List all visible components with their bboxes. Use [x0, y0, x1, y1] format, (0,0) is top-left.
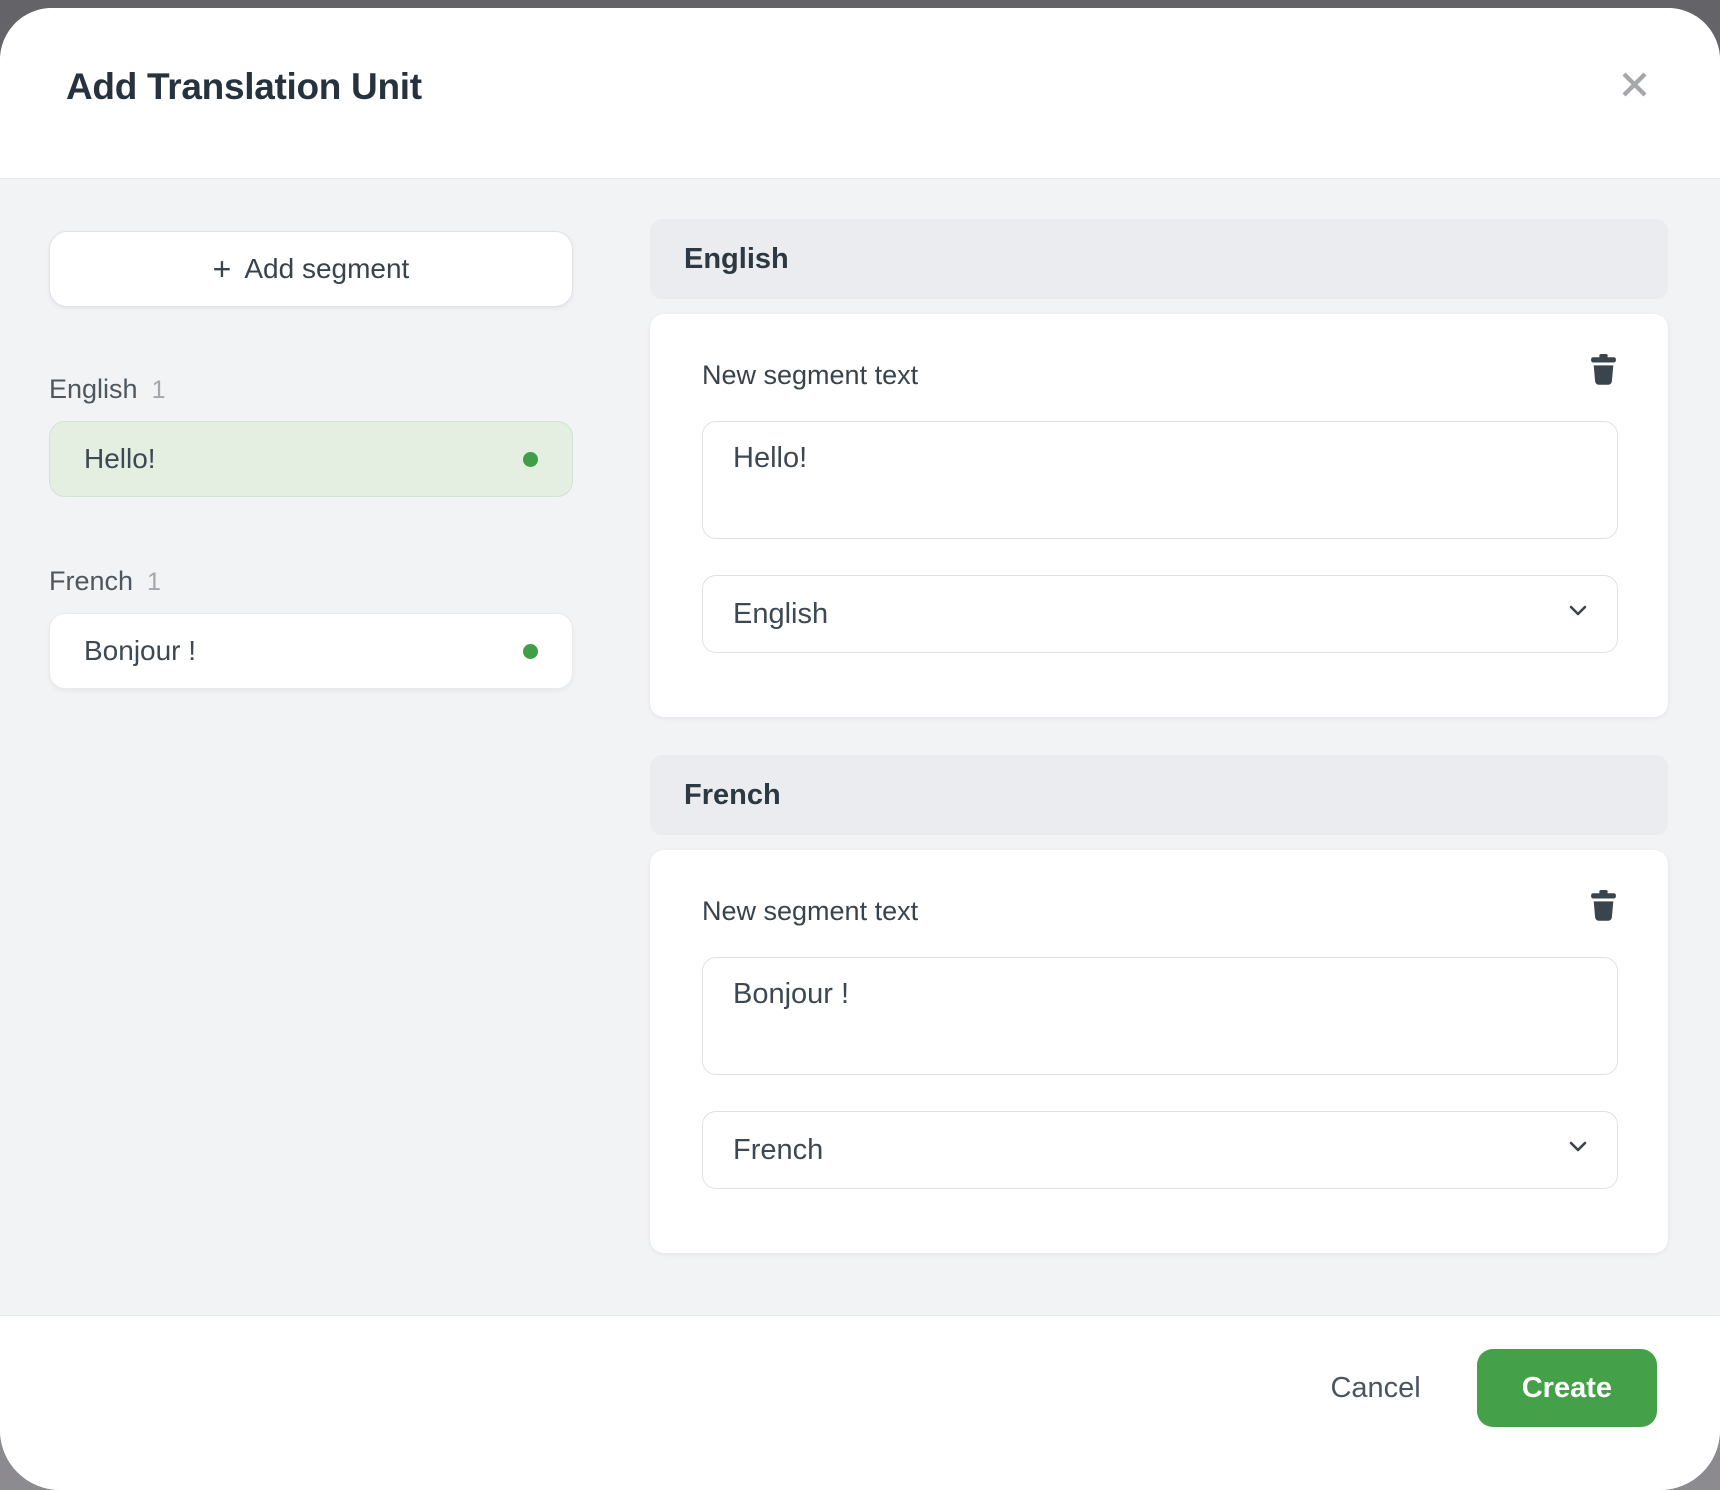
language-select[interactable]: English [702, 575, 1618, 653]
close-button[interactable] [1612, 64, 1656, 108]
segment-editor-panel: English New segment text [650, 179, 1668, 1315]
section-header-english: English [650, 219, 1668, 299]
status-dot-icon [523, 644, 538, 659]
status-dot-icon [523, 452, 538, 467]
language-select-value: French [733, 1134, 823, 1167]
segment-item-text: Bonjour ! [84, 635, 196, 667]
dialog-header: Add Translation Unit [0, 8, 1720, 178]
group-segment-count: 1 [152, 376, 166, 405]
dialog-title: Add Translation Unit [66, 66, 422, 108]
dialog-footer: Cancel Create [0, 1315, 1720, 1490]
language-select[interactable]: French [702, 1111, 1618, 1189]
editor-section-english: English New segment text [650, 219, 1668, 717]
create-button[interactable]: Create [1477, 1349, 1657, 1427]
close-icon [1619, 69, 1650, 103]
cancel-button[interactable]: Cancel [1330, 1349, 1420, 1427]
add-segment-label: Add segment [244, 253, 409, 285]
segment-editor-card: New segment text Bonjour ! [650, 850, 1668, 1253]
editor-section-french: French New segment text [650, 755, 1668, 1253]
section-heading: English [684, 243, 789, 276]
segment-item-english[interactable]: Hello! [49, 421, 573, 497]
group-language-name: French [49, 566, 133, 597]
chevron-down-icon [1565, 597, 1591, 631]
group-segment-count: 1 [147, 568, 161, 597]
section-header-french: French [650, 755, 1668, 835]
trash-icon [1589, 890, 1618, 924]
chevron-down-icon [1565, 1133, 1591, 1167]
delete-segment-button[interactable] [1578, 354, 1618, 394]
language-group-label-french: French 1 [49, 566, 573, 597]
section-heading: French [684, 779, 781, 812]
delete-segment-button[interactable] [1578, 890, 1618, 930]
segments-sidebar: + Add segment English 1 Hello! French 1 … [49, 179, 573, 1315]
segment-text-label: New segment text [702, 354, 918, 391]
segment-item-text: Hello! [84, 443, 156, 475]
segment-text-input[interactable]: Hello! [702, 421, 1618, 539]
group-language-name: English [49, 374, 138, 405]
trash-icon [1589, 354, 1618, 388]
plus-icon: + [213, 253, 232, 285]
language-group-label-english: English 1 [49, 374, 573, 405]
language-select-value: English [733, 598, 828, 631]
add-translation-unit-dialog: Add Translation Unit + Add segment Engli… [0, 8, 1720, 1490]
segment-text-label: New segment text [702, 890, 918, 927]
segment-editor-card: New segment text Hello! [650, 314, 1668, 717]
segment-item-french[interactable]: Bonjour ! [49, 613, 573, 689]
segment-text-input[interactable]: Bonjour ! [702, 957, 1618, 1075]
dialog-body: + Add segment English 1 Hello! French 1 … [0, 178, 1720, 1315]
add-segment-button[interactable]: + Add segment [49, 231, 573, 307]
